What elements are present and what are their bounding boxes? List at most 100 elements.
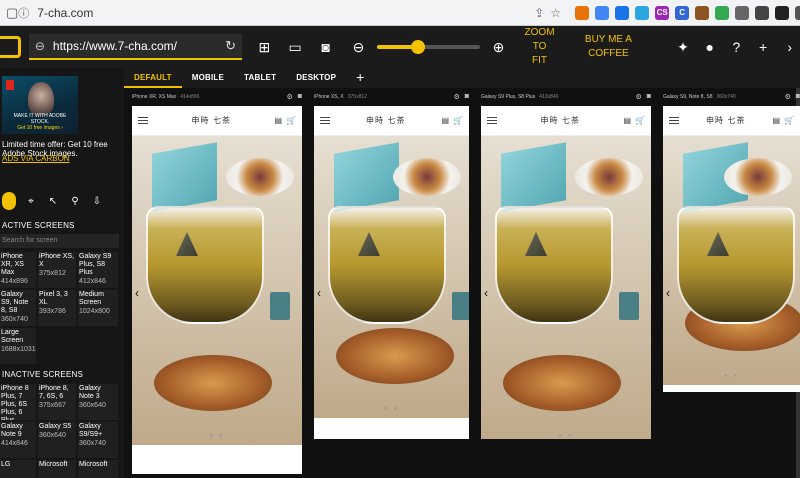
- carousel-dots[interactable]: ● ●: [132, 433, 302, 439]
- screen-option[interactable]: Medium Screen 1024x800: [78, 290, 118, 326]
- device-screenshot-icon[interactable]: ◙: [298, 93, 302, 101]
- toggle-icon[interactable]: [2, 192, 16, 210]
- carousel-dots[interactable]: ● ●: [481, 433, 651, 439]
- hero-tea-image[interactable]: ‹ ● ●: [481, 136, 651, 439]
- github-icon[interactable]: ●: [699, 36, 720, 58]
- site-logo[interactable]: 申時 七茶: [330, 115, 441, 126]
- add-tab-icon[interactable]: +: [346, 68, 374, 88]
- device-settings-icon[interactable]: ⚙: [784, 93, 790, 101]
- bookmark-star-icon[interactable]: ☆: [550, 6, 561, 20]
- help-icon[interactable]: ?: [726, 36, 747, 58]
- ext-google-icon[interactable]: [595, 5, 610, 20]
- download-icon[interactable]: ⇩: [90, 196, 104, 207]
- url-input[interactable]: ⊖ https://www.7-cha.com/ ↻: [28, 34, 243, 60]
- search-icon[interactable]: ⚲: [68, 196, 82, 207]
- screenshot-camera-icon[interactable]: ◙: [315, 36, 336, 58]
- ext-mail-icon[interactable]: [735, 5, 750, 20]
- ext-c-icon[interactable]: C: [675, 5, 690, 20]
- screen-option[interactable]: iPhone 8 Plus, 7 Plus, 6S Plus, 6 Plus41…: [0, 384, 36, 420]
- device-screen[interactable]: 申時 七茶 ▤ 🛒 ‹ ● ●: [663, 106, 800, 392]
- site-info-icon[interactable]: ⓘ: [18, 5, 29, 21]
- zoom-out-icon[interactable]: ⊖: [348, 36, 369, 58]
- site-logo[interactable]: 申時 七茶: [497, 115, 623, 126]
- zoom-slider-handle[interactable]: [411, 40, 426, 54]
- ext-cookie-icon[interactable]: [695, 5, 710, 20]
- ext-puzzle-icon[interactable]: [755, 5, 770, 20]
- carousel-dots[interactable]: ● ●: [314, 406, 469, 412]
- device-screenshot-icon[interactable]: ◙: [647, 93, 651, 101]
- screen-option[interactable]: Microsoft: [38, 460, 76, 478]
- document-icon[interactable]: ▤: [441, 116, 449, 125]
- device-screen[interactable]: 申時 七茶 ▤ 🛒 ‹ ● ●: [314, 106, 469, 439]
- tab-mobile[interactable]: MOBILE: [182, 68, 234, 88]
- document-icon[interactable]: ▤: [772, 116, 780, 125]
- screen-option[interactable]: Galaxy S5 360x640: [38, 422, 76, 458]
- buy-me-coffee-button[interactable]: BUY ME A COFFEE: [580, 33, 636, 61]
- document-icon[interactable]: ▤: [274, 116, 282, 125]
- screen-option[interactable]: Galaxy Note 9 414x846: [0, 422, 36, 458]
- site-logo[interactable]: 申時 七茶: [679, 115, 772, 126]
- tab-tablet[interactable]: TABLET: [234, 68, 286, 88]
- ext-menu-icon[interactable]: [795, 5, 800, 20]
- site-logo[interactable]: 申時 七茶: [148, 115, 274, 126]
- ext-blue-icon[interactable]: [615, 5, 630, 20]
- carousel-prev-icon[interactable]: ‹: [317, 286, 321, 300]
- hamburger-menu-icon[interactable]: [138, 117, 148, 124]
- ad-via-link[interactable]: ADS VIA CARBON: [2, 154, 70, 163]
- screen-option[interactable]: Galaxy Note 3 360x640: [78, 384, 118, 420]
- hero-tea-image[interactable]: ‹ ● ●: [663, 136, 800, 385]
- carousel-prev-icon[interactable]: ‹: [484, 286, 488, 300]
- device-screen[interactable]: 申時 七茶 ▤ 🛒 ‹ ● ●: [132, 106, 302, 474]
- device-screen[interactable]: 申時 七茶 ▤ 🛒 ‹ ● ●: [481, 106, 651, 439]
- screen-option[interactable]: LG: [0, 460, 36, 478]
- screen-option[interactable]: Galaxy S9/S9+ 360x740: [78, 422, 118, 458]
- pointer-icon[interactable]: ↖: [46, 196, 60, 207]
- hamburger-menu-icon[interactable]: [320, 117, 330, 124]
- cart-icon[interactable]: 🛒: [286, 116, 296, 125]
- device-frame-icon[interactable]: ▭: [285, 36, 306, 58]
- zoom-in-icon[interactable]: ⊕: [488, 36, 509, 58]
- tab-desktop[interactable]: DESKTOP: [286, 68, 346, 88]
- carousel-prev-icon[interactable]: ‹: [135, 286, 139, 300]
- add-icon[interactable]: +: [753, 36, 774, 58]
- screen-option[interactable]: iPhone XR, XS Max 414x896: [0, 252, 36, 288]
- device-settings-icon[interactable]: ⚙: [453, 93, 459, 101]
- carousel-dots[interactable]: ● ●: [663, 373, 800, 379]
- screen-option[interactable]: Large Screen 1688x1031: [0, 328, 36, 364]
- zoom-slider[interactable]: [376, 40, 481, 54]
- ext-green-icon[interactable]: [715, 5, 730, 20]
- cart-icon[interactable]: 🛒: [453, 116, 463, 125]
- cart-icon[interactable]: 🛒: [784, 116, 794, 125]
- screen-option[interactable]: Microsoft: [78, 460, 118, 478]
- hero-tea-image[interactable]: ‹ ● ●: [132, 136, 302, 445]
- twitter-icon[interactable]: ✦: [673, 36, 694, 58]
- tab-default[interactable]: DEFAULT: [124, 68, 182, 88]
- screen-option[interactable]: iPhone XS, X 375x812: [38, 252, 76, 288]
- inspect-icon[interactable]: ⌖: [24, 196, 38, 207]
- reload-icon[interactable]: ↻: [225, 38, 236, 54]
- share-icon[interactable]: ⇪: [534, 6, 544, 20]
- cart-icon[interactable]: 🛒: [635, 116, 645, 125]
- hamburger-menu-icon[interactable]: [669, 117, 679, 124]
- device-settings-icon[interactable]: ⚙: [635, 93, 641, 101]
- screen-option[interactable]: Pixel 3, 3 XL 393x786: [38, 290, 76, 326]
- device-screenshot-icon[interactable]: ◙: [465, 93, 469, 101]
- hamburger-menu-icon[interactable]: [487, 117, 497, 124]
- ext-orange-icon[interactable]: [575, 5, 590, 20]
- hero-tea-image[interactable]: ‹ ● ●: [314, 136, 469, 418]
- grid-layout-icon[interactable]: ⊞: [254, 36, 275, 58]
- tab-switcher-icon[interactable]: ▢: [0, 0, 18, 26]
- ext-cs-icon[interactable]: CS: [655, 5, 670, 20]
- expand-icon[interactable]: ›: [779, 36, 800, 58]
- screen-option[interactable]: Galaxy S9 Plus, S8 Plus 412x846: [78, 252, 118, 288]
- document-icon[interactable]: ▤: [623, 116, 631, 125]
- ext-box-icon[interactable]: [635, 5, 650, 20]
- ext-reader-icon[interactable]: [775, 5, 790, 20]
- address-bar[interactable]: ⓘ 7-cha.com: [18, 3, 528, 23]
- carousel-prev-icon[interactable]: ‹: [666, 286, 670, 300]
- screen-search-input[interactable]: Search for screen: [0, 234, 119, 248]
- device-screenshot-icon[interactable]: ◙: [796, 93, 800, 101]
- screen-option[interactable]: Galaxy S9, Note 8, S8 360x740: [0, 290, 36, 326]
- device-settings-icon[interactable]: ⚙: [286, 93, 292, 101]
- zoom-to-fit-button[interactable]: ZOOM TO FIT: [519, 26, 560, 68]
